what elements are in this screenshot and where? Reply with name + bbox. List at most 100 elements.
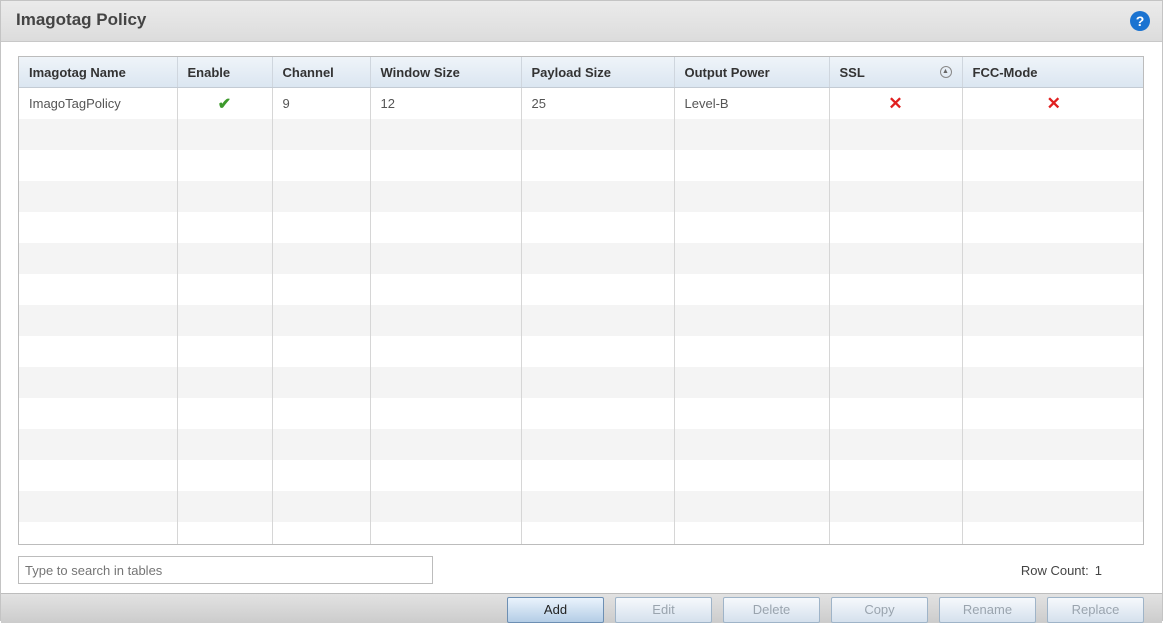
empty-cell bbox=[370, 460, 522, 491]
empty-cell bbox=[829, 522, 963, 544]
empty-cell bbox=[674, 181, 830, 212]
empty-cell bbox=[272, 181, 371, 212]
empty-cell bbox=[521, 429, 675, 460]
empty-cell bbox=[272, 150, 371, 181]
cell-imagotag-name: ImagoTagPolicy bbox=[19, 87, 178, 119]
cell-enable: ✔ bbox=[177, 87, 273, 119]
empty-cell bbox=[521, 367, 675, 398]
replace-button[interactable]: Replace bbox=[1047, 597, 1144, 623]
empty-cell bbox=[962, 522, 1143, 544]
empty-cell bbox=[674, 398, 830, 429]
table-search-input[interactable] bbox=[18, 556, 433, 584]
empty-cell bbox=[674, 305, 830, 336]
empty-cell bbox=[521, 491, 675, 522]
column-header-window-size[interactable]: Window Size bbox=[370, 57, 522, 88]
empty-cell bbox=[521, 336, 675, 367]
empty-cell bbox=[521, 522, 675, 544]
edit-button[interactable]: Edit bbox=[615, 597, 712, 623]
empty-cell bbox=[962, 119, 1143, 150]
cell-channel: 9 bbox=[272, 87, 371, 119]
add-button[interactable]: Add bbox=[507, 597, 604, 623]
empty-cell bbox=[962, 150, 1143, 181]
empty-cell bbox=[272, 212, 371, 243]
column-header-imagotag-name[interactable]: Imagotag Name bbox=[19, 57, 178, 88]
empty-cell bbox=[370, 274, 522, 305]
help-icon[interactable]: ? bbox=[1130, 11, 1150, 31]
empty-cell bbox=[19, 243, 178, 274]
empty-cell bbox=[272, 274, 371, 305]
empty-cell bbox=[177, 398, 273, 429]
empty-cell bbox=[829, 460, 963, 491]
empty-cell bbox=[272, 119, 371, 150]
rename-button[interactable]: Rename bbox=[939, 597, 1036, 623]
empty-cell bbox=[177, 336, 273, 367]
empty-cell bbox=[19, 336, 178, 367]
empty-cell bbox=[177, 367, 273, 398]
column-header-fcc-mode[interactable]: FCC-Mode bbox=[962, 57, 1143, 88]
empty-cell bbox=[177, 460, 273, 491]
empty-table-row bbox=[19, 429, 1143, 460]
empty-cell bbox=[962, 367, 1143, 398]
empty-cell bbox=[370, 181, 522, 212]
column-header-ssl-label: SSL bbox=[839, 64, 865, 80]
empty-cell bbox=[962, 181, 1143, 212]
empty-cell bbox=[177, 212, 273, 243]
empty-cell bbox=[19, 522, 178, 544]
empty-cell bbox=[370, 522, 522, 544]
empty-cell bbox=[962, 429, 1143, 460]
empty-cell bbox=[272, 243, 371, 274]
empty-cell bbox=[829, 429, 963, 460]
panel-title-bar: Imagotag Policy ? bbox=[1, 1, 1162, 42]
delete-button[interactable]: Delete bbox=[723, 597, 820, 623]
empty-cell bbox=[521, 274, 675, 305]
empty-cell bbox=[370, 243, 522, 274]
copy-button[interactable]: Copy bbox=[831, 597, 928, 623]
table-header-row: Imagotag Name Enable Channel Window Size… bbox=[19, 57, 1143, 88]
column-header-enable[interactable]: Enable bbox=[177, 57, 273, 88]
empty-cell bbox=[177, 119, 273, 150]
empty-cell bbox=[370, 491, 522, 522]
empty-cell bbox=[272, 336, 371, 367]
column-header-channel[interactable]: Channel bbox=[272, 57, 371, 88]
empty-cell bbox=[177, 181, 273, 212]
empty-cell bbox=[370, 212, 522, 243]
empty-cell bbox=[521, 212, 675, 243]
cell-fcc-mode: ✕ bbox=[962, 87, 1143, 119]
empty-cell bbox=[962, 305, 1143, 336]
empty-table-row bbox=[19, 367, 1143, 398]
empty-cell bbox=[521, 243, 675, 274]
empty-cell bbox=[674, 522, 830, 544]
empty-cell bbox=[19, 181, 178, 212]
empty-cell bbox=[829, 212, 963, 243]
column-header-output-power[interactable]: Output Power bbox=[674, 57, 830, 88]
empty-cell bbox=[521, 150, 675, 181]
empty-cell bbox=[177, 429, 273, 460]
action-bar: Add Edit Delete Copy Rename Replace bbox=[1, 593, 1162, 623]
empty-cell bbox=[674, 274, 830, 305]
empty-cell bbox=[674, 212, 830, 243]
empty-table-row bbox=[19, 460, 1143, 491]
empty-cell bbox=[674, 491, 830, 522]
empty-cell bbox=[370, 150, 522, 181]
empty-cell bbox=[829, 150, 963, 181]
empty-cell bbox=[272, 429, 371, 460]
empty-table-row bbox=[19, 150, 1143, 181]
empty-cell bbox=[962, 491, 1143, 522]
empty-cell bbox=[19, 460, 178, 491]
empty-cell bbox=[370, 336, 522, 367]
empty-table-row bbox=[19, 212, 1143, 243]
empty-cell bbox=[177, 243, 273, 274]
sort-indicator-icon[interactable]: ▲ bbox=[939, 66, 952, 78]
empty-cell bbox=[962, 212, 1143, 243]
column-header-payload-size[interactable]: Payload Size bbox=[521, 57, 675, 88]
empty-cell bbox=[19, 305, 178, 336]
table-row[interactable]: ImagoTagPolicy ✔ 9 12 25 Level-B ✕ ✕ bbox=[19, 87, 1143, 119]
empty-cell bbox=[272, 305, 371, 336]
row-count: Row Count: 1 bbox=[1021, 563, 1102, 578]
empty-cell bbox=[370, 429, 522, 460]
empty-table-row bbox=[19, 119, 1143, 150]
column-header-ssl[interactable]: SSL ▲ bbox=[829, 57, 963, 88]
empty-cell bbox=[674, 429, 830, 460]
empty-cell bbox=[674, 119, 830, 150]
empty-cell bbox=[177, 274, 273, 305]
